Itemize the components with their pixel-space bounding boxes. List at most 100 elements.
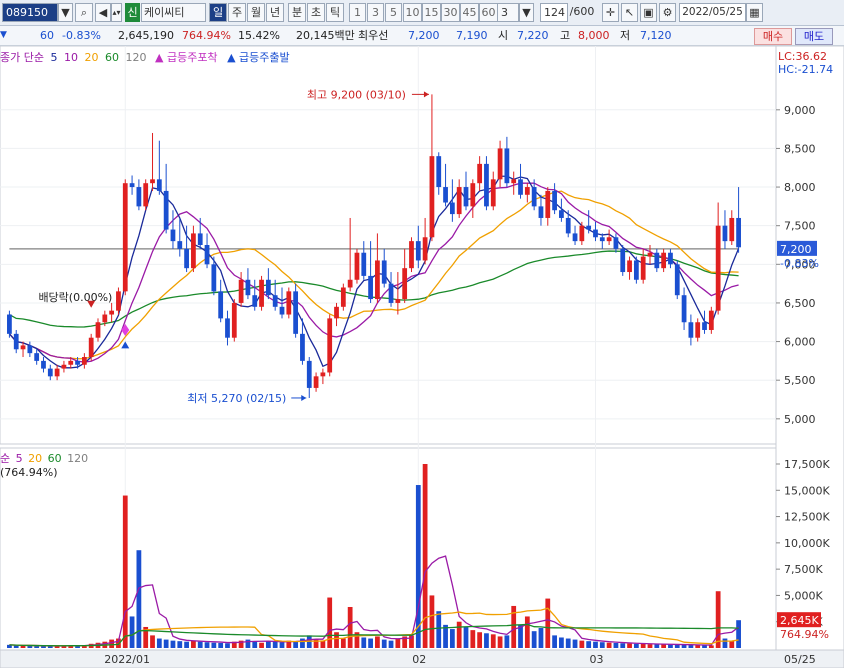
signal-surge-catch[interactable]: ▲ 급등주포착: [155, 51, 221, 64]
volume-bar: [300, 638, 305, 648]
candle-body: [204, 245, 210, 265]
speaker-icon[interactable]: ◀: [95, 3, 111, 22]
price-legend: 종가 단순 5 10 20 60 120 ▲ 급등주포착 ▲ 급등주출발: [0, 49, 296, 65]
count-field[interactable]: 124: [540, 3, 568, 22]
period-tab-6[interactable]: 틱: [326, 3, 344, 22]
volume-bar: [449, 629, 455, 648]
volume-tick-label: 17,500K: [784, 458, 830, 471]
dividend-annotation: 배당락(0.00%): [38, 291, 112, 304]
legend-ma10[interactable]: 10: [64, 51, 78, 64]
search-icon[interactable]: ⌕: [75, 3, 93, 22]
candle-body: [647, 252, 653, 257]
candle-body: [702, 322, 707, 330]
hc-label: HC:-21.74: [778, 63, 833, 76]
count-total: /600: [569, 5, 595, 18]
candle-body: [245, 279, 251, 296]
candle-body: [211, 264, 217, 292]
candle-body: [449, 202, 455, 215]
candle-body: [538, 206, 544, 218]
candle-body: [552, 190, 557, 211]
period-tab-4[interactable]: 분: [288, 3, 306, 22]
candle-body: [150, 179, 155, 184]
volume-tick-label: 7,500K: [784, 563, 823, 576]
minute-button-5[interactable]: 5: [385, 3, 402, 22]
period-tab-3[interactable]: 년: [266, 3, 284, 22]
candle-body: [456, 187, 462, 215]
amount-value: 20,145백만: [296, 29, 355, 42]
price-chart[interactable]: 9,0008,5008,0007,5007,0006,5006,0005,500…: [0, 46, 844, 668]
volume-bar: [436, 611, 442, 648]
scroll-arrows-icon[interactable]: ▴▾: [111, 3, 122, 22]
legend-vol-ma60[interactable]: 60: [48, 452, 62, 465]
minute-button-60[interactable]: 60: [479, 3, 498, 22]
volume-bar: [463, 626, 469, 648]
volume-bar: [184, 641, 189, 648]
volume-bar: [204, 642, 210, 648]
save-icon[interactable]: ▣: [640, 3, 657, 22]
legend-ma60[interactable]: 60: [105, 51, 119, 64]
minute-button-45[interactable]: 45: [460, 3, 479, 22]
sell-button[interactable]: 매도: [795, 28, 833, 45]
candle-body: [34, 353, 40, 361]
candle-body: [197, 233, 203, 245]
legend-ma120[interactable]: 120: [125, 51, 146, 64]
low-value: 7,120: [640, 29, 672, 42]
interval-select[interactable]: 3: [497, 3, 519, 22]
legend-vol-ma120[interactable]: 120: [67, 452, 88, 465]
stock-name[interactable]: 케이씨티: [141, 3, 206, 22]
volume-bar: [245, 639, 251, 648]
minute-button-30[interactable]: 30: [441, 3, 460, 22]
candle-body: [61, 364, 67, 369]
gear-icon[interactable]: ⚙: [659, 3, 676, 22]
cursor-icon[interactable]: ↖: [621, 3, 638, 22]
volume-bar: [722, 638, 728, 648]
candle-body: [572, 233, 578, 242]
candle-body: [593, 229, 598, 238]
price-tick-label: 5,500: [784, 374, 816, 387]
candle-body: [122, 183, 128, 292]
legend-ma20[interactable]: 20: [84, 51, 98, 64]
legend-ma5[interactable]: 5: [50, 51, 57, 64]
candle-body: [484, 163, 489, 207]
candle-body: [27, 345, 33, 354]
candle-body: [477, 163, 483, 184]
minute-button-3[interactable]: 3: [367, 3, 384, 22]
interval-dropdown-button[interactable]: ▼: [519, 3, 534, 22]
volume-bar: [572, 639, 578, 648]
period-tab-2[interactable]: 월: [247, 3, 265, 22]
candle-body: [320, 372, 326, 377]
period-tab-5[interactable]: 초: [307, 3, 325, 22]
calendar-icon[interactable]: ▦: [746, 3, 763, 22]
code-dropdown-button[interactable]: ▼: [58, 3, 73, 22]
candle-body: [511, 179, 517, 184]
legend-vol-ma20[interactable]: 20: [28, 452, 42, 465]
candle-body: [463, 187, 469, 207]
volume-bar: [538, 628, 544, 648]
crosshair-icon[interactable]: ✛: [602, 3, 619, 22]
candle-body: [470, 183, 476, 207]
minute-button-15[interactable]: 15: [422, 3, 441, 22]
candle-body: [306, 360, 312, 388]
volume-bar: [470, 630, 476, 648]
code-input[interactable]: 089150: [2, 3, 58, 22]
candle-body: [722, 225, 728, 242]
type-badge: 신: [125, 3, 140, 22]
volume-bar: [368, 638, 373, 648]
candle-body: [497, 148, 503, 180]
minute-button-10[interactable]: 10: [403, 3, 422, 22]
date-field[interactable]: 2022/05/25: [679, 3, 746, 22]
period-tab-1[interactable]: 주: [228, 3, 246, 22]
volume-tick-label: 10,000K: [784, 537, 830, 550]
volume-bar: [715, 591, 721, 648]
price-tick-label: 9,000: [784, 104, 816, 117]
volume-bar: [736, 620, 741, 648]
period-tab-0[interactable]: 일: [209, 3, 227, 22]
signal-surge-start[interactable]: ▲ 급등주출발: [227, 51, 293, 64]
buy-button[interactable]: 매수: [754, 28, 792, 45]
candle-body: [88, 337, 94, 358]
candle-body: [409, 241, 414, 269]
candle-body: [334, 306, 339, 319]
legend-vol-ma5[interactable]: 5: [16, 452, 23, 465]
volume-bar: [191, 640, 196, 648]
minute-button-1[interactable]: 1: [349, 3, 366, 22]
